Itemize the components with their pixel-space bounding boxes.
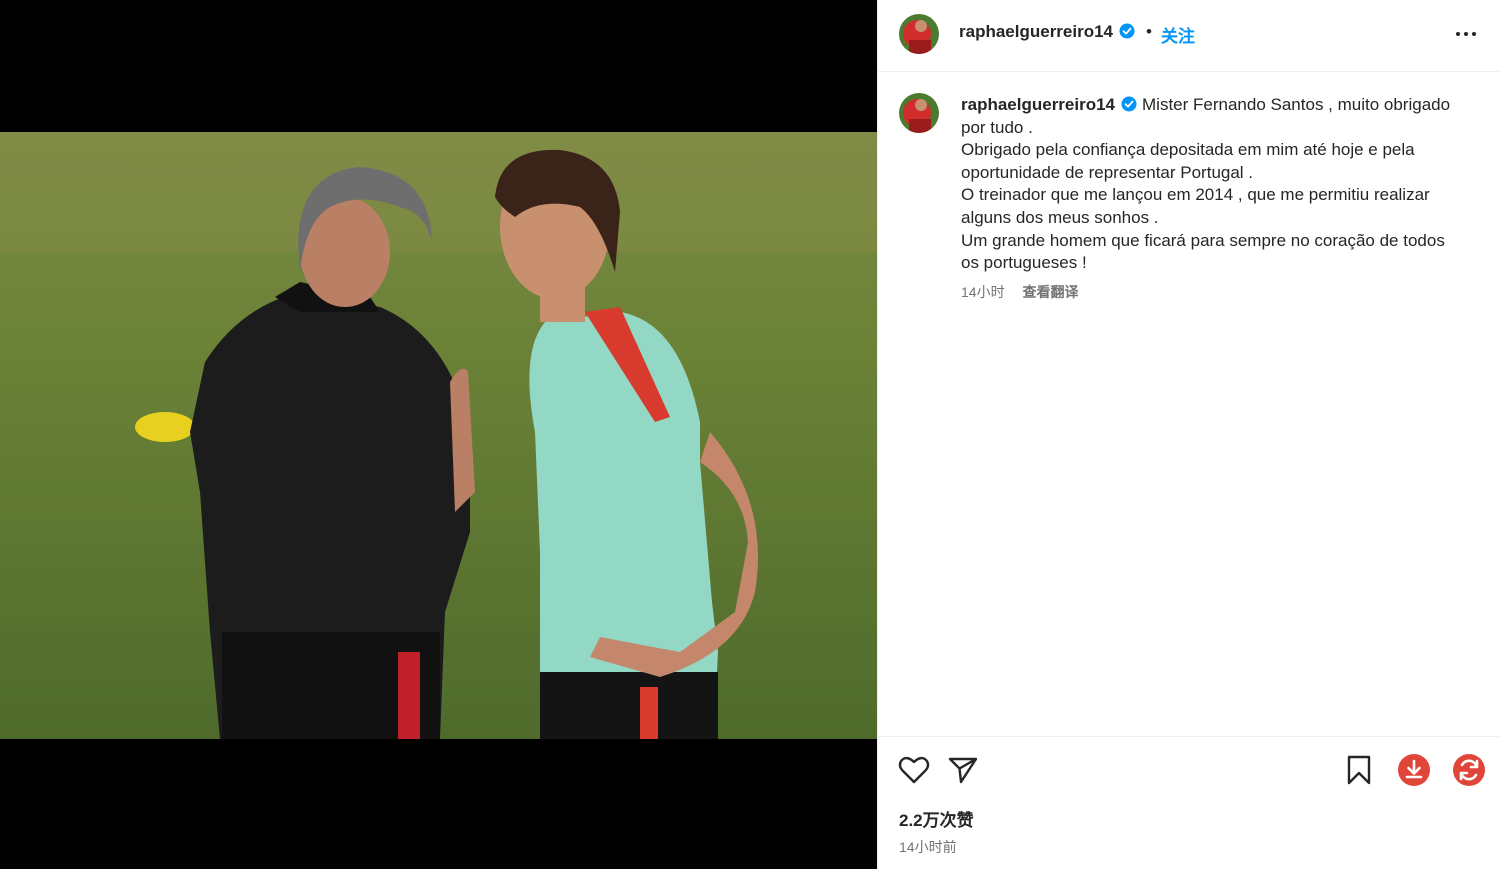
caption-line-text: Mister Fernando Santos , muito obrigado [1142,95,1451,114]
caption-line-2: por tudo . [961,117,1033,137]
caption-line-4: oportunidade de representar Portugal . [961,162,1254,182]
caption-line-1: raphaelguerreiro14 Mister Fernando Santos… [961,94,1476,117]
caption-text: raphaelguerreiro14 Mister Fernando Santos… [961,94,1476,275]
caption-username[interactable]: raphaelguerreiro14 [961,95,1115,114]
media-pane [0,0,877,869]
username-text[interactable]: raphaelguerreiro14 [959,22,1113,41]
more-options-button[interactable] [1456,24,1480,44]
post-photo[interactable] [0,132,877,739]
caption-section: raphaelguerreiro14 Mister Fernando Santos… [878,72,1499,736]
caption-line-5: O treinador que me lançou em 2014 , que … [961,185,1430,205]
share-icon[interactable] [948,755,978,785]
bookmark-icon[interactable] [1346,755,1372,785]
post-header: raphaelguerreiro14 • 关注 [878,0,1499,72]
heart-icon[interactable] [898,755,930,785]
more-icon-dot [1472,32,1476,36]
likes-count[interactable]: 2.2万次赞 [899,806,974,831]
verified-icon [1121,96,1137,112]
caption-line-6: alguns dos meus sonhos . [961,207,1159,227]
separator-dot: • [1146,22,1152,41]
more-icon-dot [1464,32,1468,36]
author-avatar[interactable] [899,14,939,54]
more-icon-dot [1456,32,1460,36]
author-username[interactable]: raphaelguerreiro14 [959,22,1135,42]
follow-button[interactable]: 关注 [1161,22,1195,47]
caption-line-8: os portugueses ! [961,253,1087,273]
post-timestamp: 14小时前 [899,839,957,855]
caption-line-3: Obrigado pela confiança depositada em mi… [961,140,1415,160]
caption-time: 14小时 [961,284,1005,300]
translate-button[interactable]: 查看翻译 [1022,284,1078,300]
download-icon[interactable] [1397,753,1431,787]
post-side-pane: raphaelguerreiro14 • 关注 raphaelguerreiro… [877,0,1499,869]
caption-meta: 14小时 查看翻译 [961,282,1092,302]
caption-line-7: Um grande homem que ficará para sempre n… [961,230,1445,250]
action-bar: 2.2万次赞 14小时前 [878,736,1499,869]
refresh-icon[interactable] [1452,753,1486,787]
verified-icon [1119,23,1135,39]
caption-avatar[interactable] [899,93,939,133]
